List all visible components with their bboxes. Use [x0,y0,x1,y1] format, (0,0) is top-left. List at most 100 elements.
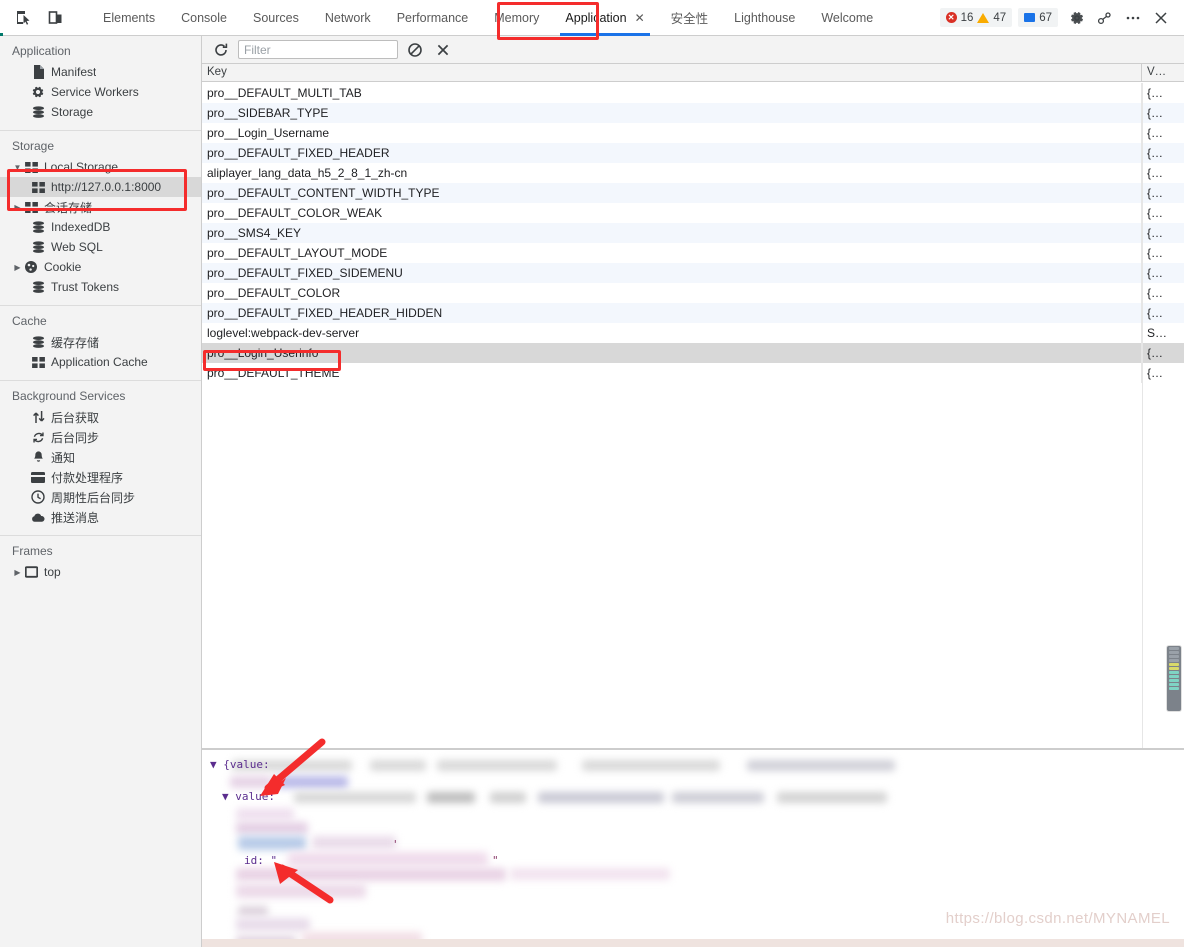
table-row[interactable]: pro__DEFAULT_FIXED_HEADER_HIDDEN {… [202,303,1184,323]
sidebar-item-label: 周期性后台同步 [51,490,136,505]
table-row[interactable]: pro__DEFAULT_COLOR {… [202,283,1184,303]
sidebar-section-background-services: Background Services 后台获取 后台同步 通知 付款处理程序 … [0,381,201,536]
chevron-right-icon[interactable]: ▶ [12,203,23,212]
table-row[interactable]: pro__DEFAULT_FIXED_HEADER {… [202,143,1184,163]
table-row[interactable]: pro__DEFAULT_CONTENT_WIDTH_TYPE {… [202,183,1184,203]
redacted-block [276,776,348,788]
table-row[interactable]: pro__DEFAULT_MULTI_TAB {… [202,83,1184,103]
column-header-key[interactable]: Key [202,64,1142,81]
tab-lighthouse[interactable]: Lighthouse [721,0,808,36]
table-row[interactable]: pro__DEFAULT_COLOR_WEAK {… [202,203,1184,223]
sidebar-item-background-sync[interactable]: 后台同步 [0,427,201,447]
redacted-block [427,792,475,803]
cell-value: {… [1147,246,1164,260]
tab-sources[interactable]: Sources [240,0,312,36]
sidebar-item-indexeddb[interactable]: IndexedDB [0,217,201,237]
table-row[interactable]: pro__DEFAULT_FIXED_SIDEMENU {… [202,263,1184,283]
chevron-down-icon[interactable]: ▼ [12,163,23,172]
redacted-block [312,836,396,849]
tabstrip-right-controls: ✕ 16 47 67 [939,5,1184,31]
clock-icon [30,490,46,504]
devtools-window: Elements Console Sources Network Perform… [0,0,1184,947]
sidebar-item-cache-storage[interactable]: 缓存存储 [0,332,201,352]
tab-elements[interactable]: Elements [90,0,168,36]
minimap-tick [1169,651,1179,654]
issue-counts[interactable]: ✕ 16 47 [939,8,1013,27]
overflow-menu-icon[interactable] [1120,5,1146,31]
sidebar-item-trust-tokens[interactable]: Trust Tokens [0,277,201,297]
gear-icon[interactable] [1064,5,1090,31]
sidebar-item-label: Local Storage [44,160,119,174]
tab-welcome[interactable]: Welcome [808,0,886,36]
delete-selected-icon[interactable] [432,39,454,61]
sidebar-item-cookie[interactable]: ▶ Cookie [0,257,201,277]
sidebar-item-application-cache[interactable]: Application Cache [0,352,201,372]
column-header-value[interactable]: V… [1142,64,1184,81]
background-sync-icon [30,431,46,444]
redacted-block [236,822,308,834]
table-row[interactable]: pro__SMS4_KEY {… [202,223,1184,243]
table-row[interactable]: pro__Login_Userinfo {… [202,343,1184,363]
application-sidebar[interactable]: Application Manifest Service Workers Sto… [0,36,202,947]
tab-security[interactable]: 安全性 [658,0,722,36]
sidebar-item-periodic-background-sync[interactable]: 周期性后台同步 [0,487,201,507]
value-preview-panel[interactable]: ▼ {value: ▼ value: id: " ' " [202,749,1184,947]
sidebar-item-localstorage-origin[interactable]: http://127.0.0.1:8000 [0,177,201,197]
table-row[interactable]: loglevel:webpack-dev-server S… [202,323,1184,343]
redacted-block [236,918,310,931]
table-row[interactable]: aliplayer_lang_data_h5_2_8_1_zh-cn {… [202,163,1184,183]
sidebar-item-service-workers[interactable]: Service Workers [0,82,201,102]
sidebar-item-background-fetch[interactable]: 后台获取 [0,407,201,427]
close-icon[interactable]: ✕ [635,11,645,25]
clear-all-icon[interactable] [404,39,426,61]
table-row[interactable]: pro__SIDEBAR_TYPE {… [202,103,1184,123]
tab-application[interactable]: Application ✕ [552,0,657,36]
storage-table: Key V… pro__DEFAULT_MULTI_TAB {… pro__SIDE… [202,64,1184,749]
refresh-icon[interactable] [210,39,232,61]
sidebar-item-local-storage[interactable]: ▼ Local Storage [0,157,201,177]
message-count-badge[interactable]: 67 [1018,8,1058,27]
tab-label: Welcome [821,10,874,25]
sidebar-item-push-messaging[interactable]: 推送消息 [0,507,201,527]
sidebar-item-session-storage[interactable]: ▶ 会话存储 [0,197,201,217]
device-toolbar-icon[interactable] [42,5,68,31]
chevron-right-icon[interactable]: ▶ [12,263,23,272]
redacted-block [777,792,887,803]
sidebar-item-frame-top[interactable]: ▶ top [0,562,201,582]
cell-key: pro__DEFAULT_MULTI_TAB [202,83,1142,103]
sidebar-item-storage[interactable]: Storage [0,102,201,122]
cell-key: pro__DEFAULT_COLOR [202,283,1142,303]
filter-input[interactable] [238,40,398,59]
sidebar-item-manifest[interactable]: Manifest [0,62,201,82]
cell-value: {… [1147,166,1164,180]
chevron-right-icon[interactable]: ▶ [12,568,23,577]
sidebar-item-web-sql[interactable]: Web SQL [0,237,201,257]
inspect-element-icon[interactable] [10,5,36,31]
redacted-block [582,760,720,771]
table-row[interactable]: pro__Login_Username {… [202,123,1184,143]
scrollbar-minimap[interactable] [1167,646,1181,711]
storage-toolbar [202,36,1184,64]
sidebar-item-notifications[interactable]: 通知 [0,447,201,467]
background-fetch-icon [30,410,46,424]
more-options-icon[interactable] [1092,5,1118,31]
preview-quote-mark: ' [392,838,399,851]
tab-memory[interactable]: Memory [481,0,552,36]
cell-key: pro__DEFAULT_CONTENT_WIDTH_TYPE [202,183,1142,203]
preview-line-root[interactable]: ▼ {value: [210,758,270,771]
close-devtools-icon[interactable] [1148,5,1174,31]
redacted-block [294,792,416,803]
tab-console[interactable]: Console [168,0,240,36]
cell-key: aliplayer_lang_data_h5_2_8_1_zh-cn [202,163,1142,183]
preview-quote-mark: " [492,854,499,867]
preview-line-value[interactable]: ▼ value: [222,790,275,803]
sidebar-item-payment-handler[interactable]: 付款处理程序 [0,467,201,487]
table-row[interactable]: pro__DEFAULT_THEME {… [202,363,1184,383]
preview-line-id[interactable]: id: " [244,854,277,867]
tab-performance[interactable]: Performance [384,0,482,36]
sidebar-item-label: IndexedDB [51,220,111,234]
tab-network[interactable]: Network [312,0,384,36]
table-row[interactable]: pro__DEFAULT_LAYOUT_MODE {… [202,243,1184,263]
sidebar-item-label: http://127.0.0.1:8000 [51,180,162,194]
cell-value: {… [1147,366,1164,380]
